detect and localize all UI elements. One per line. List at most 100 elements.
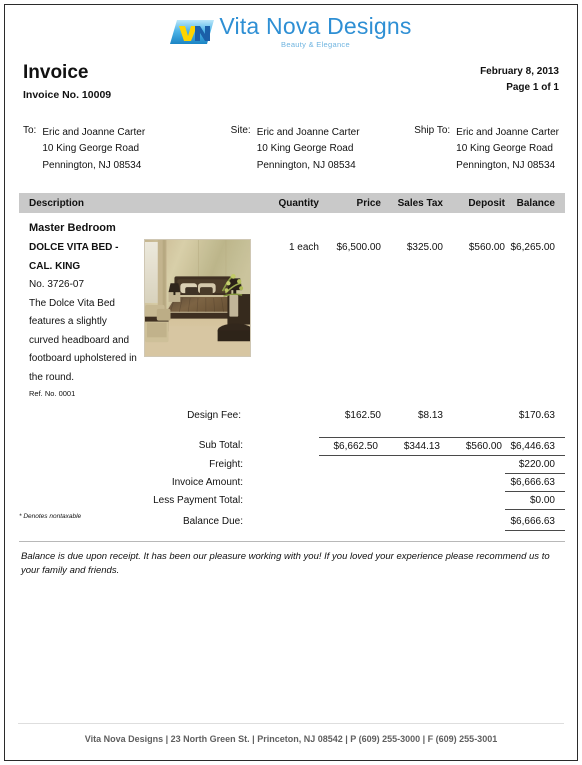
- less-payment-total-label: Less Payment Total:: [153, 494, 243, 506]
- invoice-amount-label: Invoice Amount:: [171, 476, 243, 488]
- address-block-site: Site: Eric and Joanne Carter 10 King Geo…: [231, 125, 415, 175]
- design-fee-sales-tax: $8.13: [417, 409, 443, 421]
- line-item-price: $6,500.00: [336, 242, 382, 254]
- less-payment-deposit: [443, 492, 505, 510]
- sub-total-label: Sub Total:: [198, 439, 243, 451]
- design-fee-balance: $170.63: [518, 409, 555, 421]
- address-line: 10 King George Road: [42, 143, 140, 155]
- address-block-ship-to: Ship To: Eric and Joanne Carter 10 King …: [414, 125, 559, 175]
- invoice-amount-balance: $6,666.63: [505, 474, 565, 492]
- address-line: Eric and Joanne Carter: [256, 126, 360, 138]
- bedroom-photo: [144, 239, 251, 358]
- vn-monogram-icon: [170, 17, 215, 47]
- table-row: DOLCE VITA BED - CAL. KING No. 3726-07 T…: [19, 239, 565, 400]
- invoice-amount-deposit: [443, 474, 505, 492]
- column-header-sales-tax: Sales Tax: [397, 197, 443, 209]
- disclaimer-divider: [19, 540, 565, 542]
- totals-row-balance-due: Balance Due: $6,666.63: [19, 513, 565, 531]
- address-lines-ship-to: Eric and Joanne Carter 10 King George Ro…: [456, 125, 559, 175]
- line-item-text: DOLCE VITA BED - CAL. KING No. 3726-07 T…: [29, 239, 138, 400]
- column-header-quantity: Quantity: [278, 197, 319, 209]
- masthead: Vita Nova Designs Beauty & Elegance: [5, 5, 577, 55]
- column-header-description: Description: [29, 197, 85, 209]
- totals-table: Sub Total: $6,662.50 $344.13 $560.00 $6,…: [19, 436, 565, 531]
- line-items-table: Description Quantity Price Sales Tax Dep…: [19, 193, 565, 421]
- company-name: Vita Nova Designs: [219, 13, 412, 40]
- address-label-ship-to: Ship To:: [414, 124, 451, 136]
- balance-due-sales-tax: [381, 513, 443, 531]
- invoice-amount-quantity: [251, 474, 319, 492]
- footer-divider: [18, 723, 564, 724]
- page-number: Page 1 of 1: [506, 81, 559, 93]
- line-item-balance: $6,265.00: [510, 242, 556, 254]
- address-lines-site: Eric and Joanne Carter 10 King George Ro…: [257, 125, 360, 175]
- product-name: DOLCE VITA BED - CAL. KING: [29, 242, 119, 272]
- sub-total-price: $6,662.50: [319, 436, 381, 456]
- column-header-price: Price: [356, 197, 381, 209]
- product-description: The Dolce Vita Bed features a slightly c…: [29, 297, 137, 383]
- logo-text: Vita Nova Designs Beauty & Elegance: [219, 15, 411, 49]
- room-group-label: Master Bedroom: [29, 222, 116, 235]
- freight-deposit: [443, 456, 505, 474]
- sub-total-deposit: $560.00: [443, 436, 505, 456]
- column-header-deposit: Deposit: [468, 197, 505, 209]
- address-line: Pennington, NJ 08534: [456, 159, 556, 171]
- address-line: Eric and Joanne Carter: [456, 126, 559, 138]
- design-fee-label: Design Fee:: [187, 409, 241, 421]
- disclaimer-text: Balance is due upon receipt. It has been…: [21, 550, 550, 576]
- address-line: Eric and Joanne Carter: [42, 126, 146, 138]
- company-logo: Vita Nova Designs Beauty & Elegance: [170, 15, 411, 49]
- page-footer: Vita Nova Designs | 23 North Green St. |…: [5, 723, 577, 744]
- balance-due-quantity: [251, 513, 319, 531]
- design-fee-deposit: [443, 410, 505, 421]
- product-ref-no: Ref. No. 0001: [29, 389, 76, 399]
- freight-label: Freight:: [209, 458, 243, 470]
- less-payment-price: [319, 492, 381, 510]
- address-lines-to: Eric and Joanne Carter 10 King George Ro…: [42, 125, 145, 175]
- line-item-amounts: 1 each $6,500.00 $325.00 $560.00 $6,265.…: [251, 239, 565, 400]
- line-item-sales-tax: $325.00: [406, 242, 443, 254]
- invoice-header: Invoice Invoice No. 10009 February 8, 20…: [5, 55, 577, 101]
- address-line: Pennington, NJ 08534: [42, 159, 142, 171]
- invoice-header-right: February 8, 2013 Page 1 of 1: [480, 61, 559, 95]
- invoice-header-left: Invoice Invoice No. 10009: [23, 61, 111, 101]
- company-tagline: Beauty & Elegance: [281, 40, 350, 50]
- page-title: Invoice: [23, 62, 89, 83]
- line-item-description-cell: DOLCE VITA BED - CAL. KING No. 3726-07 T…: [19, 239, 251, 400]
- design-fee-price: $162.50: [344, 409, 381, 421]
- totals-row-sub-total: Sub Total: $6,662.50 $344.13 $560.00 $6,…: [19, 436, 565, 456]
- footer-contact-info: Vita Nova Designs | 23 North Green St. |…: [84, 734, 498, 744]
- line-item-deposit: $560.00: [468, 242, 505, 254]
- less-payment-sales-tax: [381, 492, 443, 510]
- invoice-amount-price: [319, 474, 381, 492]
- sub-total-quantity: [251, 437, 319, 456]
- totals-row-freight: Freight: $220.00: [19, 456, 565, 474]
- sub-total-balance: $6,446.63: [505, 436, 565, 456]
- freight-quantity: [251, 456, 319, 474]
- address-blocks: To: Eric and Joanne Carter 10 King Georg…: [5, 101, 577, 175]
- address-line: 10 King George Road: [456, 143, 553, 155]
- balance-due-price: [319, 513, 381, 531]
- address-label-site: Site:: [230, 124, 251, 136]
- design-fee-quantity: [251, 410, 319, 421]
- sub-total-sales-tax: $344.13: [381, 436, 443, 456]
- invoice-number: Invoice No. 10009: [23, 88, 112, 101]
- line-item-quantity: 1 each: [288, 242, 319, 254]
- product-number: No. 3726-07: [29, 279, 85, 291]
- freight-sales-tax: [381, 456, 443, 474]
- address-label-to: To:: [23, 124, 37, 136]
- address-block-to: To: Eric and Joanne Carter 10 King Georg…: [23, 125, 231, 175]
- totals-row-less-payment-total: Less Payment Total: $0.00: [19, 492, 565, 510]
- totals-row-invoice-amount: Invoice Amount: $6,666.63: [19, 474, 565, 492]
- freight-price: [319, 456, 381, 474]
- column-header-balance: Balance: [516, 197, 555, 209]
- page-frame: Vita Nova Designs Beauty & Elegance Invo…: [0, 0, 582, 765]
- balance-due-deposit: [443, 513, 505, 531]
- invoice-amount-sales-tax: [381, 474, 443, 492]
- invoice-date: February 8, 2013: [480, 66, 559, 77]
- design-fee-row: Design Fee: $162.50 $8.13 $170.63: [19, 410, 565, 421]
- freight-balance: $220.00: [505, 456, 565, 474]
- balance-due-balance: $6,666.63: [505, 513, 565, 531]
- less-payment-quantity: [251, 492, 319, 510]
- invoice-page: Vita Nova Designs Beauty & Elegance Invo…: [4, 4, 578, 761]
